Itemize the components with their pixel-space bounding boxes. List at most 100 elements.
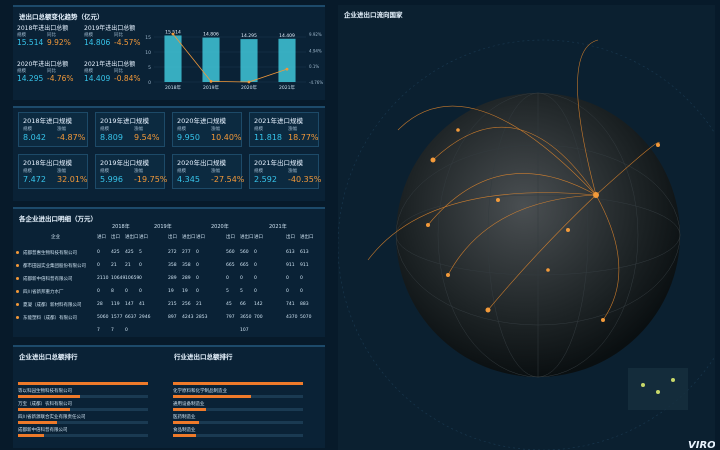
rank-track (173, 421, 303, 424)
rank-track (18, 408, 148, 411)
table-cell: 272 (168, 250, 177, 255)
x-tick-label: 2021年 (279, 84, 295, 91)
scale-card[interactable]: 2018年进口规模 规模 涨幅 8.042 -4.87% (18, 112, 88, 147)
total-card[interactable]: 2019年进出口总额 规模 同比 14.806 -4.57% (80, 21, 142, 48)
table-cell: 28 (97, 302, 103, 307)
total-card[interactable]: 2021年进出口总额 规模 同比 14.409 -0.84% (80, 57, 142, 84)
total-card[interactable]: 2020年进出口总额 规模 同比 14.295 -4.76% (13, 57, 75, 84)
company-name: 都市田园实业集团股份有限公司 (23, 264, 86, 269)
col-header: 进出口 (125, 235, 139, 240)
yoy-value: -27.54% (211, 175, 245, 184)
scale-card[interactable]: 2018年出口规模 规模 涨幅 7.472 32.01% (18, 154, 88, 189)
rank-bar (173, 395, 251, 398)
enterprise-rank-item[interactable]: 四川省新源联合实业有限责任公司 (18, 414, 153, 427)
scale-card[interactable]: 2019年出口规模 规模 涨幅 5.996 -19.75% (95, 154, 167, 189)
rank-bar (18, 434, 44, 437)
table-row[interactable]: 都市田园实业集团股份有限公司 0 21 21 0 358 358 0 665 665 0 911 911 (13, 261, 325, 273)
scale-card[interactable]: 2021年进口规模 规模 涨幅 11.818 18.77% (249, 112, 319, 147)
table-row[interactable]: 夏凝（成都）新材料有限公司 28 119 147 41 215 256 21 45 66 142 74… (13, 300, 325, 312)
table-cell: 0 (286, 289, 289, 294)
globe[interactable]: VIRON (338, 20, 715, 450)
x-tick-label: 2019年 (203, 84, 219, 91)
amount-value: 14.409 (84, 74, 111, 83)
y2-tick-label: 9.92% (309, 32, 322, 37)
table-cell: 8 (111, 289, 114, 294)
bar-label: 14.806 (203, 32, 219, 38)
y2-tick-label: 4.94% (309, 48, 322, 53)
year-header: 2021年 (269, 224, 287, 230)
industry-rank-item[interactable]: 医药制造业 (173, 414, 308, 427)
year-header: 2020年 (211, 224, 229, 230)
table-cell: 0 (196, 250, 199, 255)
table-cell: 0 (125, 289, 128, 294)
rank-right-title: 行业进出口总额排行 (174, 353, 233, 361)
card-title: 2019年进口规模 (100, 117, 150, 125)
table-cell: 613 (300, 250, 309, 255)
table-cell: 0 (254, 276, 257, 281)
table-row[interactable]: 成都普惠生物科技有限公司 0 425 425 5 272 277 0 560 560 0 613 613 (13, 248, 325, 260)
yoy-point (285, 67, 289, 71)
enterprise-rank-item[interactable]: 万宝（成都）农科有限公司 (18, 401, 153, 414)
y-tick-label: 15 (145, 35, 151, 41)
table-cell: 0 (196, 289, 199, 294)
row-bullet-icon (16, 290, 19, 293)
enterprise-rank-item[interactable]: 成都新中倍科普有限公司 (18, 427, 153, 440)
amount-value: 7.472 (23, 175, 46, 184)
company-name: 成都普惠生物科技有限公司 (23, 251, 77, 256)
table-cell: 0 (254, 263, 257, 268)
yoy-label: 涨幅 (57, 127, 66, 132)
table-cell: 560 (226, 250, 235, 255)
trend-chart: 1510509.92%4.94%0.1%-4.76%15.5142018年14.… (145, 29, 323, 91)
industry-rank-item[interactable]: 通用设备制造业 (173, 401, 308, 414)
industry-rank-item[interactable]: 化学原料和化学制品制造业 (173, 388, 308, 401)
enterprise-rank-item[interactable]: 等以科园生物科技有限公司 (18, 388, 153, 401)
col-header: 进出口 (182, 235, 196, 240)
table-cell: 358 (182, 263, 191, 268)
table-cell: 0 (286, 276, 289, 281)
table-cell: 0 (254, 250, 257, 255)
rank-label: 四川省新源联合实业有限责任公司 (18, 415, 86, 420)
rank-track (18, 434, 148, 437)
bar-label: 14.409 (279, 33, 295, 39)
amount-value: 8.809 (100, 133, 123, 142)
table-row[interactable]: 成都新中倍科普有限公司 2110 10649 10659 0 289 289 0 0 0 0 0 0 (13, 274, 325, 286)
y2-tick-label: -4.76% (309, 80, 323, 85)
scale-card[interactable]: 2020年进口规模 规模 涨幅 9.950 10.40% (172, 112, 242, 147)
card-title: 2020年进口规模 (177, 117, 227, 125)
enterprise-rank-item[interactable] (18, 375, 153, 388)
table-cell: 911 (286, 263, 295, 268)
rank-left-title: 企业进出口总额排行 (19, 353, 78, 361)
col-header: 出口 (226, 235, 235, 240)
table-row[interactable]: 四川省新邦重力水厂 0 8 0 0 19 19 0 5 5 0 0 0 (13, 287, 325, 299)
yoy-line (172, 33, 288, 83)
yoy-label: 涨幅 (211, 169, 220, 174)
scale-card[interactable]: 2019年进口规模 规模 涨幅 8.809 9.54% (95, 112, 165, 147)
card-title: 2020年进出口总额 (17, 61, 69, 68)
scale-card[interactable]: 2021年出口规模 规模 涨幅 2.592 -40.35% (249, 154, 321, 189)
card-title: 2021年进口规模 (254, 117, 304, 125)
table-row[interactable]: 7 7 0 107 (13, 326, 325, 338)
table-cell: 741 (286, 302, 295, 307)
table-cell: 911 (300, 263, 309, 268)
scale-card[interactable]: 2020年出口规模 规模 涨幅 4.345 -27.54% (172, 154, 245, 189)
industry-rank-item[interactable] (173, 375, 308, 388)
table-cell: 45 (226, 302, 232, 307)
total-card[interactable]: 2018年进出口总额 规模 同比 15.514 9.92% (13, 21, 75, 48)
amount-value: 8.042 (23, 133, 46, 142)
table-cell: 41 (139, 302, 145, 307)
bar-label: 14.295 (241, 33, 257, 39)
col-header: 进口 (139, 235, 148, 240)
company-header: 企业 (51, 235, 60, 240)
y-tick-label: 5 (148, 65, 151, 71)
yoy-value: 32.01% (57, 175, 88, 184)
industry-rank-item[interactable]: 食品制造业 (173, 427, 308, 440)
y-tick-label: 0 (148, 80, 151, 86)
rank-track (173, 408, 303, 411)
company-name: 四川省新邦重力水厂 (23, 290, 64, 295)
table-cell: 289 (182, 276, 191, 281)
rank-bar (18, 408, 70, 411)
table-cell: 425 (111, 250, 120, 255)
col-header: 出口 (111, 235, 120, 240)
table-row[interactable]: 东能塑料（成都）有限公司 5060 1577 6637 2946 897 4243 2853 7… (13, 313, 325, 325)
rank-bar (173, 434, 197, 437)
